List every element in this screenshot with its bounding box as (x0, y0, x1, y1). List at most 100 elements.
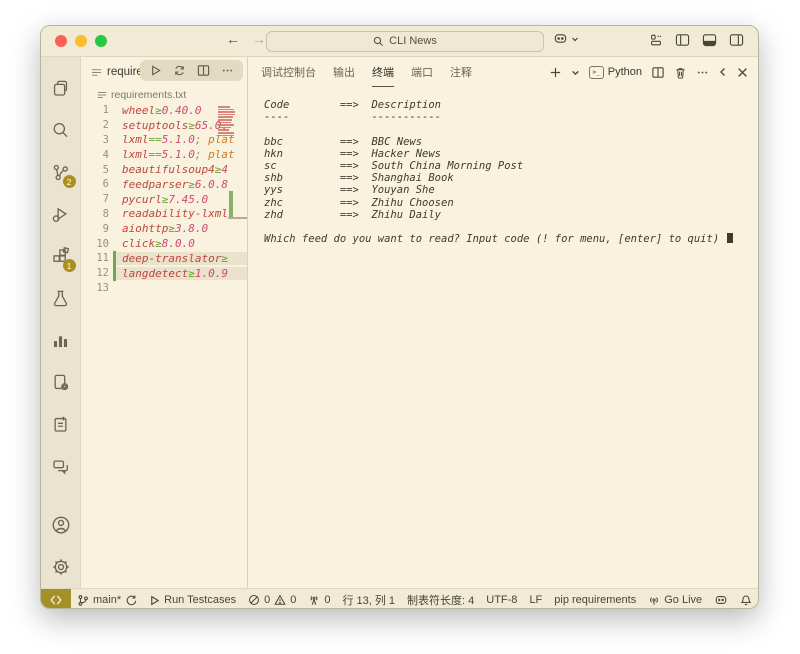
panel: 调试控制台 输出 终端 端口 注释 >_ Python (248, 57, 758, 588)
git-branch-icon (77, 594, 89, 607)
vscode-window: ← → CLI News (40, 25, 759, 609)
copilot-menu[interactable] (553, 32, 579, 45)
minimize-window-button[interactable] (75, 35, 87, 47)
terminal-icon: >_ (589, 66, 604, 79)
code-editor[interactable]: 1wheel≥0.40.0 2setuptools≥65.0. 3lxml==5… (81, 103, 247, 588)
breadcrumb-file: requirements.txt (111, 89, 186, 101)
bar-chart-icon (51, 331, 70, 350)
code-line: 13 (81, 281, 247, 296)
command-center-search[interactable]: CLI News (266, 31, 544, 52)
terminal-line: ---- ----------- (264, 111, 758, 123)
close-window-button[interactable] (55, 35, 67, 47)
terminal-prompt-line: Which feed do you want to read? Input co… (264, 233, 758, 245)
language-mode-status[interactable]: pip requirements (548, 594, 642, 606)
activity-file-settings[interactable] (41, 361, 81, 403)
sync-icon (125, 594, 137, 606)
copilot-icon (714, 594, 728, 606)
terminal-line: shb ==> Shanghai Book (264, 172, 758, 184)
activity-file-new[interactable] (41, 403, 81, 445)
terminal-line: zhc ==> Zhihu Choosen (264, 197, 758, 209)
terminal-output[interactable]: Code ==> Description ---- ----------- bb… (248, 87, 758, 588)
panel-more-icon[interactable] (696, 66, 709, 79)
encoding-status[interactable]: UTF-8 (480, 594, 523, 606)
close-panel-icon[interactable] (737, 67, 748, 78)
account-button[interactable] (41, 504, 81, 546)
tab-ports[interactable]: 端口 (411, 58, 433, 86)
problems-status[interactable]: 0 0 (242, 594, 302, 606)
tab-output[interactable]: 输出 (333, 58, 355, 86)
loop-icon[interactable] (173, 64, 186, 77)
activity-extensions[interactable]: 1 (41, 235, 81, 277)
toggle-panel-icon[interactable] (702, 33, 717, 47)
activity-testing[interactable] (41, 277, 81, 319)
debug-icon (51, 205, 70, 224)
flask-icon (51, 289, 70, 308)
activity-explorer[interactable] (41, 67, 81, 109)
activity-chart[interactable] (41, 319, 81, 361)
gear-icon (51, 557, 71, 577)
activity-bar: 2 1 (41, 57, 81, 588)
customize-layout-icon[interactable] (649, 33, 663, 47)
terminal-line (264, 221, 758, 233)
tab-debug-console[interactable]: 调试控制台 (261, 58, 316, 86)
terminal-line: bbc ==> BBC News (264, 136, 758, 148)
editor-tab-bar: requirements (81, 57, 247, 87)
branch-status[interactable]: main* (71, 594, 143, 607)
new-terminal-icon[interactable] (549, 66, 562, 79)
toggle-secondary-sidebar-icon[interactable] (729, 33, 744, 47)
terminal-instance[interactable]: >_ Python (589, 66, 642, 79)
account-icon (51, 515, 71, 535)
broadcast-icon (648, 594, 660, 606)
activity-search[interactable] (41, 109, 81, 151)
more-actions-icon[interactable] (221, 64, 234, 77)
code-line: 11deep-translator≥ (81, 251, 247, 266)
warning-icon (274, 594, 286, 606)
go-live-button[interactable]: Go Live (642, 594, 708, 606)
back-icon[interactable]: ← (226, 31, 240, 47)
settings-button[interactable] (41, 546, 81, 588)
split-terminal-icon[interactable] (651, 66, 665, 79)
tab-terminal[interactable]: 终端 (372, 58, 394, 87)
zoom-window-button[interactable] (95, 35, 107, 47)
run-testcases-button[interactable]: Run Testcases (143, 594, 242, 606)
remote-indicator[interactable] (41, 589, 71, 609)
kill-terminal-icon[interactable] (674, 66, 687, 79)
status-bar: main* Run Testcases 0 0 0 行 13, 列 1 制表符长… (41, 588, 758, 609)
chevron-down-icon (571, 35, 579, 43)
search-icon (373, 36, 384, 47)
code-line: 4lxml==5.1.0; plat (81, 147, 247, 162)
minimap[interactable] (218, 106, 236, 136)
tab-size-status[interactable]: 制表符长度: 4 (401, 592, 480, 608)
run-file-icon[interactable] (149, 64, 162, 77)
editor-group: requirements requirements.txt 1wheel≥0.4… (81, 57, 248, 588)
toggle-primary-sidebar-icon[interactable] (675, 33, 690, 47)
eol-status[interactable]: LF (523, 594, 548, 606)
forward-icon[interactable]: → (252, 31, 266, 47)
scrollbar-marker (228, 217, 247, 219)
traffic-lights (55, 35, 107, 47)
play-icon (149, 595, 160, 606)
files-icon (51, 79, 70, 98)
activity-source-control[interactable]: 2 (41, 151, 81, 193)
code-line: 5beautifulsoup4≥4 (81, 162, 247, 177)
tab-comments[interactable]: 注释 (450, 58, 472, 86)
breadcrumb[interactable]: requirements.txt (81, 87, 247, 103)
code-line: 10click≥8.0.0 (81, 236, 247, 251)
terminal-line: Code ==> Description (264, 99, 758, 111)
activity-run-debug[interactable] (41, 193, 81, 235)
notifications-button[interactable] (734, 594, 758, 607)
error-icon (248, 594, 260, 606)
copilot-status[interactable] (708, 594, 734, 606)
command-center-label: CLI News (389, 35, 437, 47)
terminal-profile-chevron-icon[interactable] (571, 68, 580, 77)
line-col-status[interactable]: 行 13, 列 1 (336, 592, 401, 608)
terminal-cursor (727, 233, 733, 243)
split-editor-icon[interactable] (197, 64, 210, 77)
editor-actions-toolbar (140, 60, 243, 81)
ports-status[interactable]: 0 (302, 594, 336, 606)
activity-comments[interactable] (41, 445, 81, 487)
title-bar: ← → CLI News (41, 26, 758, 57)
maximize-panel-icon[interactable] (718, 67, 728, 77)
terminal-line: hkn ==> Hacker News (264, 148, 758, 160)
comments-icon (51, 457, 70, 476)
